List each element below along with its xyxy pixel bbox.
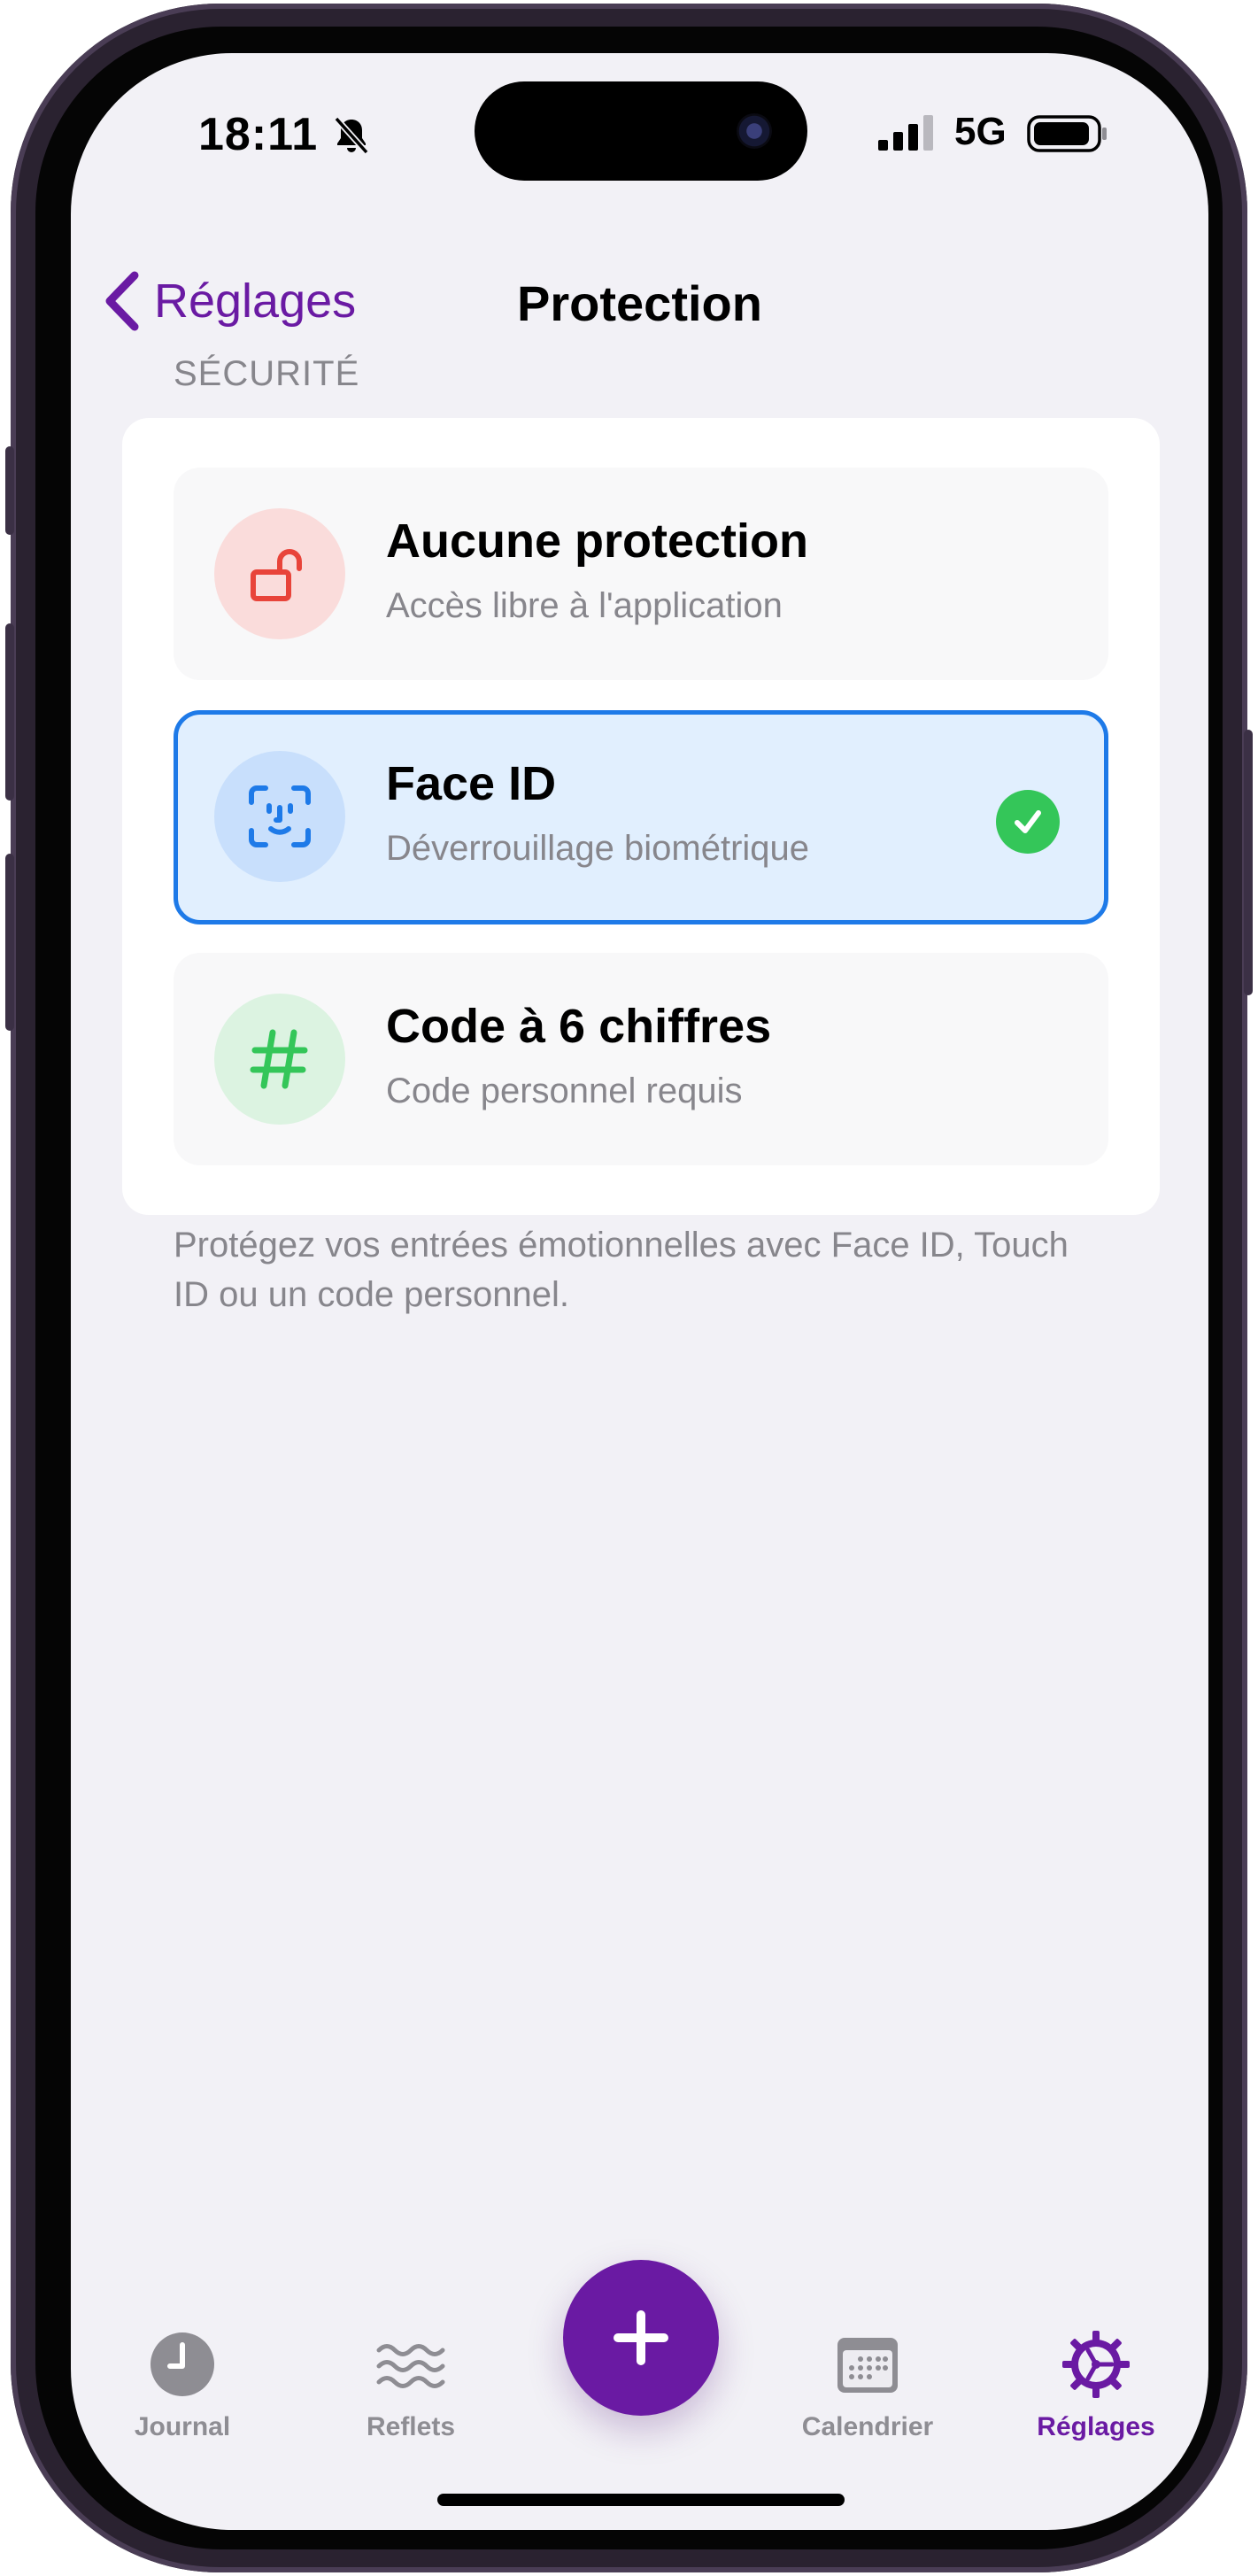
volume-down-button <box>5 854 14 1031</box>
status-bar: 18:11 5G <box>71 53 1208 213</box>
device-frame: 18:11 5G Réglages Protection SÉCURITÉ Au… <box>5 4 1253 2572</box>
section-footer: Protégez vos entrées émotionnelles avec … <box>174 1226 1069 1314</box>
waves-icon <box>376 2344 445 2388</box>
face-id-icon <box>249 785 311 847</box>
page-title: Protection <box>517 275 762 331</box>
tab-label: Calendrier <box>801 2412 934 2441</box>
app-screen: 18:11 5G Réglages Protection SÉCURITÉ Au… <box>71 53 1208 2530</box>
tab-label: Réglages <box>1037 2412 1155 2441</box>
option-icon-circle <box>214 508 345 639</box>
checkmark-icon <box>996 790 1060 854</box>
tab-reflets[interactable]: Reflets <box>313 2329 508 2442</box>
home-indicator[interactable] <box>437 2494 845 2506</box>
status-time: 18:11 <box>198 109 319 160</box>
option-no-protection[interactable]: Aucune protection Accès libre à l'applic… <box>174 468 1108 680</box>
add-entry-button[interactable] <box>563 2260 719 2416</box>
navigation-bar: Réglages Protection <box>71 248 1208 354</box>
cellular-signal-icon <box>878 115 933 151</box>
plus-icon <box>614 2310 668 2365</box>
hash-icon <box>250 1029 308 1089</box>
battery-icon <box>1027 115 1107 152</box>
tab-label: Reflets <box>366 2412 456 2441</box>
volume-up-button <box>5 623 14 801</box>
tab-label: Journal <box>134 2412 231 2441</box>
option-icon-circle <box>214 751 345 882</box>
action-button <box>5 446 14 535</box>
unlock-icon <box>251 549 302 601</box>
dynamic-island <box>475 81 807 181</box>
clock-icon <box>150 2332 214 2396</box>
option-title: Face ID <box>386 757 557 810</box>
protection-options-card: Aucune protection Accès libre à l'applic… <box>122 418 1160 1215</box>
bell-slash-icon <box>334 116 369 155</box>
option-subtitle: Accès libre à l'application <box>386 586 783 625</box>
check-glyph <box>1015 810 1041 833</box>
option-subtitle: Code personnel requis <box>386 1071 743 1110</box>
tab-reglages[interactable]: Réglages <box>999 2329 1193 2442</box>
power-button <box>1244 730 1253 995</box>
tab-calendrier[interactable]: Calendrier <box>770 2329 965 2442</box>
option-title: Code à 6 chiffres <box>386 1000 772 1053</box>
option-subtitle: Déverrouillage biométrique <box>386 829 810 868</box>
tab-journal[interactable]: Journal <box>85 2329 280 2442</box>
option-title: Aucune protection <box>386 514 809 568</box>
calendar-icon <box>837 2338 898 2393</box>
option-icon-circle <box>214 994 345 1125</box>
network-type: 5G <box>954 110 1007 153</box>
front-camera <box>737 113 772 149</box>
section-header: SÉCURITÉ <box>174 354 360 393</box>
gear-icon <box>1062 2331 1130 2398</box>
option-face-id[interactable]: Face ID Déverrouillage biométrique <box>174 710 1108 924</box>
option-six-digit-code[interactable]: Code à 6 chiffres Code personnel requis <box>174 953 1108 1165</box>
